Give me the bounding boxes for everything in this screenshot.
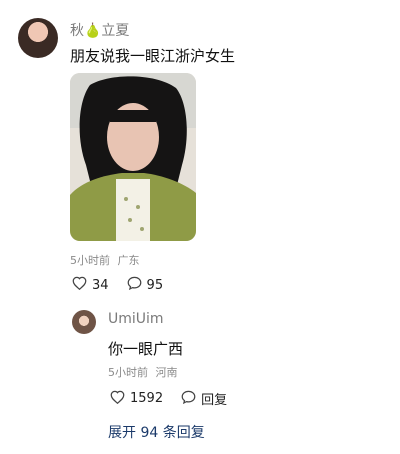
reply-location: 河南 (155, 366, 178, 379)
reply-avatar[interactable] (72, 310, 96, 334)
post-time: 5小时前 (70, 254, 110, 267)
reply-text: 你一眼广西 (108, 340, 184, 358)
reply-like-count: 1592 (130, 391, 164, 406)
post-image[interactable] (70, 73, 196, 241)
post-location: 广东 (117, 254, 140, 267)
comment-button[interactable]: 95 (127, 276, 164, 294)
post-text: 朋友说我一眼江浙沪女生 (70, 47, 236, 65)
like-button[interactable]: 34 (72, 276, 109, 294)
reply-button-label: 回复 (201, 393, 228, 408)
post-actions: 34 95 (72, 276, 163, 294)
reply-time: 5小时前 (108, 366, 148, 379)
comment-icon (181, 390, 196, 408)
post-author-name[interactable]: 秋🍐立夏 (70, 20, 129, 40)
heart-icon (72, 276, 87, 294)
comment-count: 95 (146, 277, 164, 293)
reply-actions: 1592 回复 (110, 389, 227, 408)
comment-icon (127, 276, 142, 294)
reply-meta: 5小时前 河南 (108, 364, 178, 380)
expand-replies-link[interactable]: 展开 94 条回复 (108, 422, 205, 442)
like-count: 34 (92, 277, 109, 293)
heart-icon (110, 390, 125, 408)
reply-like-button[interactable]: 1592 (110, 390, 163, 408)
post-meta: 5小时前 广东 (70, 252, 140, 268)
reply-button[interactable]: 回复 (181, 389, 227, 408)
avatar[interactable] (18, 18, 58, 58)
author-name-text: 秋🍐立夏 (70, 23, 130, 39)
post-image-illustration (70, 73, 196, 241)
reply-author-name[interactable]: UmiUim (108, 311, 164, 327)
